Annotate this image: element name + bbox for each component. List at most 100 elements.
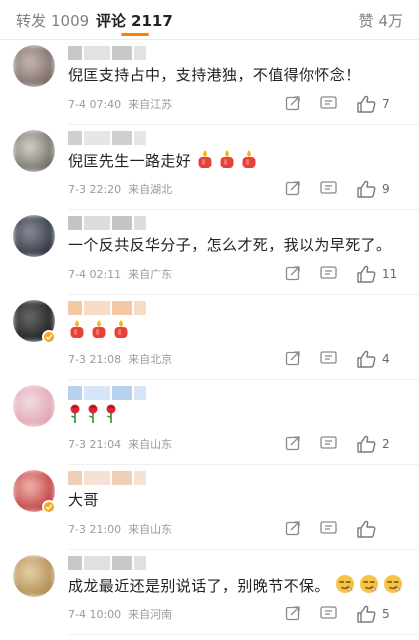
- username[interactable]: [68, 556, 146, 570]
- like-count: 4: [382, 352, 390, 366]
- like-count: 7: [382, 97, 390, 111]
- comment-meta: 7-4 10:00 来自河南: [68, 606, 172, 622]
- comment-actions: 11: [285, 265, 405, 283]
- active-tab-indicator: [121, 33, 149, 36]
- tab-comments[interactable]: 评论 2117: [96, 10, 173, 31]
- share-icon[interactable]: [285, 265, 301, 283]
- tab-reposts-count: 1009: [51, 12, 90, 30]
- comment-meta: 7-3 21:08 来自北京: [68, 351, 172, 367]
- like-button[interactable]: 2: [356, 435, 406, 453]
- comment-actions: 7: [285, 95, 405, 113]
- username[interactable]: [68, 131, 146, 145]
- candle-icon: [196, 149, 214, 173]
- comment-time: 7-4 10:00: [68, 608, 122, 621]
- like-count: 5: [382, 607, 390, 621]
- like-count: 11: [382, 267, 398, 281]
- username[interactable]: [68, 471, 146, 485]
- like-count: 9: [382, 182, 390, 196]
- reply-icon[interactable]: [320, 435, 337, 453]
- username[interactable]: [68, 46, 146, 60]
- comment-body: 倪匡支持占中，支持港独，不值得你怀念！: [68, 66, 361, 84]
- tab-likes[interactable]: 赞 4万: [358, 10, 403, 31]
- tab-likes-label: 赞: [358, 12, 374, 30]
- reply-icon[interactable]: [320, 520, 337, 538]
- tab-comments-label: 评论: [96, 12, 127, 30]
- avatar[interactable]: [13, 45, 55, 87]
- candle-icon: [68, 319, 86, 343]
- comment-item[interactable]: 倪匡支持占中，支持港独，不值得你怀念！ 7-4 07:40 来自江苏 7: [0, 40, 419, 125]
- smirk-icon: [335, 574, 355, 598]
- smirk-icon: [359, 574, 379, 598]
- comment-time: 7-4 02:11: [68, 268, 122, 281]
- like-button[interactable]: 4: [356, 350, 406, 368]
- comment-location: 来自山东: [128, 523, 173, 536]
- comment-item[interactable]: 7-3 21:04 来自山东 2: [0, 380, 419, 465]
- comment-tab-bar: 转发 1009 评论 2117 赞 4万: [0, 0, 419, 40]
- rose-icon: [86, 404, 100, 428]
- comment-item[interactable]: 一个反共反华分子，怎么才死，我以为早死了。 7-4 02:11 来自广东 11: [0, 210, 419, 295]
- candle-icon: [112, 319, 130, 343]
- tab-reposts-label: 转发: [16, 12, 47, 30]
- reply-icon[interactable]: [320, 180, 337, 198]
- rose-icon: [104, 404, 118, 428]
- comment-location: 来自广东: [128, 268, 173, 281]
- avatar[interactable]: [13, 130, 55, 172]
- username[interactable]: [68, 216, 146, 230]
- comment-item[interactable]: 7-3 21:08 来自北京 4: [0, 295, 419, 380]
- reply-icon[interactable]: [320, 605, 337, 623]
- username[interactable]: [68, 301, 146, 315]
- comment-location: 来自江苏: [128, 98, 173, 111]
- comment-actions: 4: [285, 350, 405, 368]
- comment-text: 倪匡先生一路走好: [68, 149, 405, 173]
- comment-meta: 7-3 21:04 来自山东: [68, 436, 172, 452]
- comment-item[interactable]: 成龙最近还是别说话了，别晚节不保。 7-4 10:00 来自河南 5: [0, 550, 419, 635]
- comment-meta: 7-4 07:40 来自江苏: [68, 96, 172, 112]
- avatar[interactable]: [13, 555, 55, 597]
- like-button[interactable]: 7: [356, 95, 406, 113]
- comment-text: 成龙最近还是别说话了，别晚节不保。: [68, 574, 405, 598]
- reply-icon[interactable]: [320, 95, 337, 113]
- comment-location: 来自北京: [128, 353, 173, 366]
- like-button[interactable]: 5: [356, 605, 406, 623]
- comment-actions: 9: [285, 180, 405, 198]
- comment-item[interactable]: 倪匡先生一路走好 7-3 22:20 来自湖北 9: [0, 125, 419, 210]
- rose-icon: [68, 404, 82, 428]
- avatar[interactable]: [13, 385, 55, 427]
- tab-reposts[interactable]: 转发 1009: [16, 10, 89, 31]
- comment-text: [68, 319, 405, 343]
- reply-icon[interactable]: [320, 350, 337, 368]
- comment-meta: 7-3 22:20 来自湖北: [68, 181, 172, 197]
- comment-time: 7-3 21:04: [68, 438, 122, 451]
- comment-time: 7-3 21:00: [68, 523, 122, 536]
- username[interactable]: [68, 386, 146, 400]
- smirk-icon: [383, 574, 403, 598]
- candle-icon: [218, 149, 236, 173]
- reply-icon[interactable]: [320, 265, 337, 283]
- comment-text: 大哥: [68, 489, 405, 510]
- comment-actions: 2: [285, 435, 405, 453]
- share-icon[interactable]: [285, 180, 301, 198]
- like-button[interactable]: [356, 520, 406, 538]
- comment-actions: 5: [285, 605, 405, 623]
- comment-item[interactable]: 大哥 7-3 21:00 来自山东: [0, 465, 419, 550]
- share-icon[interactable]: [285, 605, 301, 623]
- comment-body: 成龙最近还是别说话了，别晚节不保。: [68, 577, 330, 595]
- comment-text: 一个反共反华分子，怎么才死，我以为早死了。: [68, 234, 405, 255]
- comment-text: 倪匡支持占中，支持港独，不值得你怀念！: [68, 64, 405, 85]
- comment-meta: 7-4 02:11 来自广东: [68, 266, 172, 282]
- comment-body: 一个反共反华分子，怎么才死，我以为早死了。: [68, 236, 392, 254]
- comment-actions: [285, 520, 405, 538]
- share-icon[interactable]: [285, 95, 301, 113]
- share-icon[interactable]: [285, 350, 301, 368]
- comment-body: 倪匡先生一路走好: [68, 152, 192, 170]
- verified-badge-icon: [42, 500, 56, 514]
- like-button[interactable]: 11: [356, 265, 406, 283]
- share-icon[interactable]: [285, 435, 301, 453]
- candle-icon: [240, 149, 258, 173]
- like-count: 2: [382, 437, 390, 451]
- tab-likes-count: 4万: [378, 12, 403, 30]
- avatar[interactable]: [13, 215, 55, 257]
- share-icon[interactable]: [285, 520, 301, 538]
- like-button[interactable]: 9: [356, 180, 406, 198]
- comment-time: 7-4 07:40: [68, 98, 122, 111]
